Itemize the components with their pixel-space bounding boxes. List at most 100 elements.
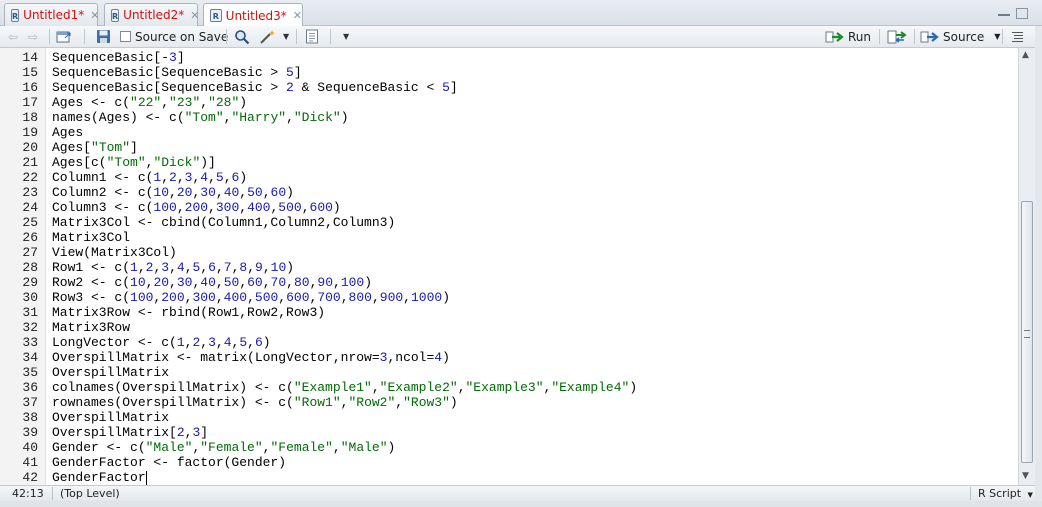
tab-untitled1[interactable]: R Untitled1* ✕	[4, 3, 100, 26]
code-line[interactable]: Matrix3Col <- cbind(Column1,Column2,Colu…	[52, 215, 395, 230]
pane-border	[1035, 26, 1042, 507]
forward-arrow-icon[interactable]: ⇨	[28, 26, 38, 47]
code-line[interactable]: Ages["Tom"]	[52, 140, 138, 155]
editor-toolbar: ⇦ ⇨ Source on Save ▼ ▼ Run Source ▼	[0, 26, 1042, 48]
document-outline-icon[interactable]	[1011, 26, 1024, 47]
code-line[interactable]: SequenceBasic[SequenceBasic > 2 & Sequen…	[52, 80, 458, 95]
scroll-down-icon[interactable]: ▼	[1022, 471, 1029, 481]
close-icon[interactable]: ✕	[293, 9, 302, 22]
r-file-icon: R	[210, 9, 222, 22]
line-number: 30	[22, 290, 38, 305]
line-number: 19	[22, 125, 38, 140]
code-line[interactable]: OverspillMatrix[2,3]	[52, 425, 208, 440]
code-line[interactable]: SequenceBasic[SequenceBasic > 5]	[52, 65, 302, 80]
scrollbar-grip-icon	[1024, 330, 1030, 338]
run-label: Run	[848, 29, 872, 44]
code-tools-wand-icon[interactable]	[259, 26, 277, 47]
tab-untitled2[interactable]: R Untitled2* ✕	[104, 3, 200, 26]
line-number: 39	[22, 425, 38, 440]
line-number: 34	[22, 350, 38, 365]
code-line[interactable]: Ages	[52, 125, 83, 140]
tab-bar: R Untitled1* ✕ R Untitled2* ✕ R Untitled…	[0, 0, 1042, 27]
minimize-icon[interactable]	[998, 8, 1010, 16]
line-number: 24	[22, 200, 38, 215]
code-line[interactable]: OverspillMatrix	[52, 365, 169, 380]
code-line[interactable]: names(Ages) <- c("Tom","Harry","Dick")	[52, 110, 349, 125]
r-file-icon: R	[11, 8, 20, 22]
scope-selector[interactable]: (Top Level)	[60, 486, 120, 501]
cursor-position: 42:13	[12, 487, 44, 500]
line-number: 15	[22, 65, 38, 80]
rerun-icon	[887, 30, 907, 43]
line-number: 17	[22, 95, 38, 110]
maximize-icon[interactable]	[1016, 8, 1028, 19]
line-number: 23	[22, 185, 38, 200]
line-number: 42	[22, 470, 38, 485]
close-icon[interactable]: ✕	[190, 9, 199, 22]
line-number: 38	[22, 410, 38, 425]
code-line[interactable]: SequenceBasic[-3]	[52, 50, 185, 65]
code-editor[interactable]: 14 SequenceBasic[-3] 15 SequenceBasic[Seque…	[0, 48, 1018, 485]
line-number: 41	[22, 455, 38, 470]
code-line[interactable]: Gender <- c("Male","Female","Female","Ma…	[52, 440, 395, 455]
code-line[interactable]: LongVector <- c(1,2,3,4,5,6)	[52, 335, 271, 350]
save-icon[interactable]	[96, 26, 111, 47]
code-line[interactable]: Ages[c("Tom","Dick")]	[52, 155, 216, 170]
code-line[interactable]: Row2 <- c(10,20,30,40,50,60,70,80,90,100…	[52, 275, 372, 290]
tab-label: Untitled3*	[225, 8, 287, 23]
search-icon[interactable]	[234, 26, 250, 47]
chevron-down-icon[interactable]: ▼	[994, 32, 1000, 41]
run-arrow-icon	[825, 31, 844, 42]
code-line[interactable]: Column3 <- c(100,200,300,400,500,600)	[52, 200, 341, 215]
source-on-save-label: Source on Save	[135, 29, 229, 44]
show-in-window-icon[interactable]	[56, 26, 72, 47]
code-line[interactable]: Column1 <- c(1,2,3,4,5,6)	[52, 170, 247, 185]
code-line[interactable]: Ages <- c("22","23","28")	[52, 95, 247, 110]
code-line[interactable]: GenderFactor	[52, 470, 147, 485]
line-number: 37	[22, 395, 38, 410]
line-number: 32	[22, 320, 38, 335]
line-number: 31	[22, 305, 38, 320]
line-number: 29	[22, 275, 38, 290]
close-icon[interactable]: ✕	[90, 9, 99, 22]
code-line[interactable]: OverspillMatrix <- matrix(LongVector,nro…	[52, 350, 450, 365]
code-line[interactable]: Matrix3Col	[52, 230, 130, 245]
compile-report-icon[interactable]	[305, 26, 319, 47]
scroll-up-icon[interactable]: ▲	[1022, 50, 1029, 60]
source-button[interactable]: Source ▼	[920, 26, 1000, 47]
code-line[interactable]: Row3 <- c(100,200,300,400,500,600,700,80…	[52, 290, 450, 305]
line-number: 40	[22, 440, 38, 455]
code-line[interactable]: GenderFactor <- factor(Gender)	[52, 455, 286, 470]
line-number: 14	[22, 50, 38, 65]
line-number: 28	[22, 260, 38, 275]
tab-label: Untitled1*	[23, 8, 85, 22]
line-number: 36	[22, 380, 38, 395]
tab-untitled3[interactable]: R Untitled3* ✕	[203, 3, 303, 27]
code-line[interactable]: OverspillMatrix	[52, 410, 169, 425]
editor-status-bar: 42:13 (Top Level) R Script ▼	[0, 485, 1035, 501]
chevron-down-icon: ▼	[1027, 491, 1033, 499]
source-on-save-checkbox[interactable]	[120, 31, 131, 42]
scrollbar-thumb[interactable]	[1021, 201, 1033, 463]
line-number: 18	[22, 110, 38, 125]
rerun-button[interactable]	[887, 26, 909, 47]
line-number: 27	[22, 245, 38, 260]
chevron-down-icon[interactable]: ▼	[343, 26, 349, 47]
source-on-save-toggle[interactable]: Source on Save	[120, 26, 228, 47]
chevron-down-icon[interactable]: ▼	[283, 26, 289, 47]
code-line[interactable]: colnames(OverspillMatrix) <- c("Example1…	[52, 380, 637, 395]
line-number: 20	[22, 140, 38, 155]
run-button[interactable]: Run	[825, 26, 871, 47]
code-line[interactable]: Matrix3Row	[52, 320, 130, 335]
code-line[interactable]: View(Matrix3Col)	[52, 245, 177, 260]
line-number: 33	[22, 335, 38, 350]
vertical-scrollbar[interactable]: ▲ ▼	[1018, 48, 1035, 485]
source-label: Source	[943, 29, 985, 44]
code-line[interactable]: rownames(OverspillMatrix) <- c("Row1","R…	[52, 395, 458, 410]
file-type-selector[interactable]: R Script ▼	[978, 486, 1033, 501]
back-arrow-icon[interactable]: ⇦	[8, 26, 18, 47]
code-line[interactable]: Row1 <- c(1,2,3,4,5,6,7,8,9,10)	[52, 260, 294, 275]
code-line[interactable]: Matrix3Row <- rbind(Row1,Row2,Row3)	[52, 305, 325, 320]
code-line[interactable]: Column2 <- c(10,20,30,40,50,60)	[52, 185, 294, 200]
line-number: 16	[22, 80, 38, 95]
